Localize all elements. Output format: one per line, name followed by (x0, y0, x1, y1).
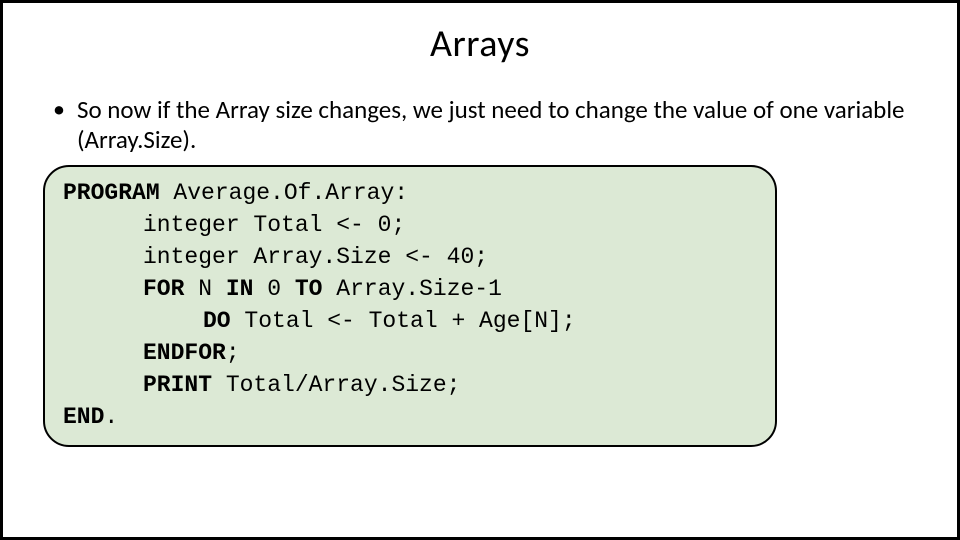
keyword-in: IN (226, 276, 254, 302)
bullet-item: • So now if the Array size changes, we j… (53, 95, 917, 155)
for-text-1: N (184, 276, 225, 302)
keyword-print: PRINT (143, 372, 212, 398)
keyword-program: PROGRAM (63, 180, 160, 206)
code-line-do: DO Total <- Total + Age[N]; (63, 305, 757, 337)
code-line-total: integer Total <- 0; (63, 209, 757, 241)
program-name: Average.Of.Array: (160, 180, 408, 206)
code-line-print: PRINT Total/Array.Size; (63, 369, 757, 401)
code-line-program: PROGRAM Average.Of.Array: (63, 177, 757, 209)
end-tail: . (104, 404, 118, 430)
bullet-text: So now if the Array size changes, we jus… (77, 95, 917, 155)
code-line-arraysize: integer Array.Size <- 40; (63, 241, 757, 273)
keyword-end: END (63, 404, 104, 430)
keyword-endfor: ENDFOR (143, 340, 226, 366)
for-text-2: 0 (253, 276, 294, 302)
code-line-endfor: ENDFOR; (63, 337, 757, 369)
for-tail: Array.Size-1 (322, 276, 501, 302)
code-block: PROGRAM Average.Of.Array: integer Total … (43, 165, 777, 447)
keyword-for: FOR (143, 276, 184, 302)
endfor-tail: ; (226, 340, 240, 366)
keyword-to: TO (295, 276, 323, 302)
bullet-marker: • (53, 95, 65, 125)
code-line-end: END. (63, 401, 757, 433)
do-tail: Total <- Total + Age[N]; (231, 308, 576, 334)
code-line-for: FOR N IN 0 TO Array.Size-1 (63, 273, 757, 305)
print-tail: Total/Array.Size; (212, 372, 460, 398)
slide-frame: Arrays • So now if the Array size change… (0, 0, 960, 540)
slide-title: Arrays (43, 21, 917, 67)
keyword-do: DO (203, 308, 231, 334)
